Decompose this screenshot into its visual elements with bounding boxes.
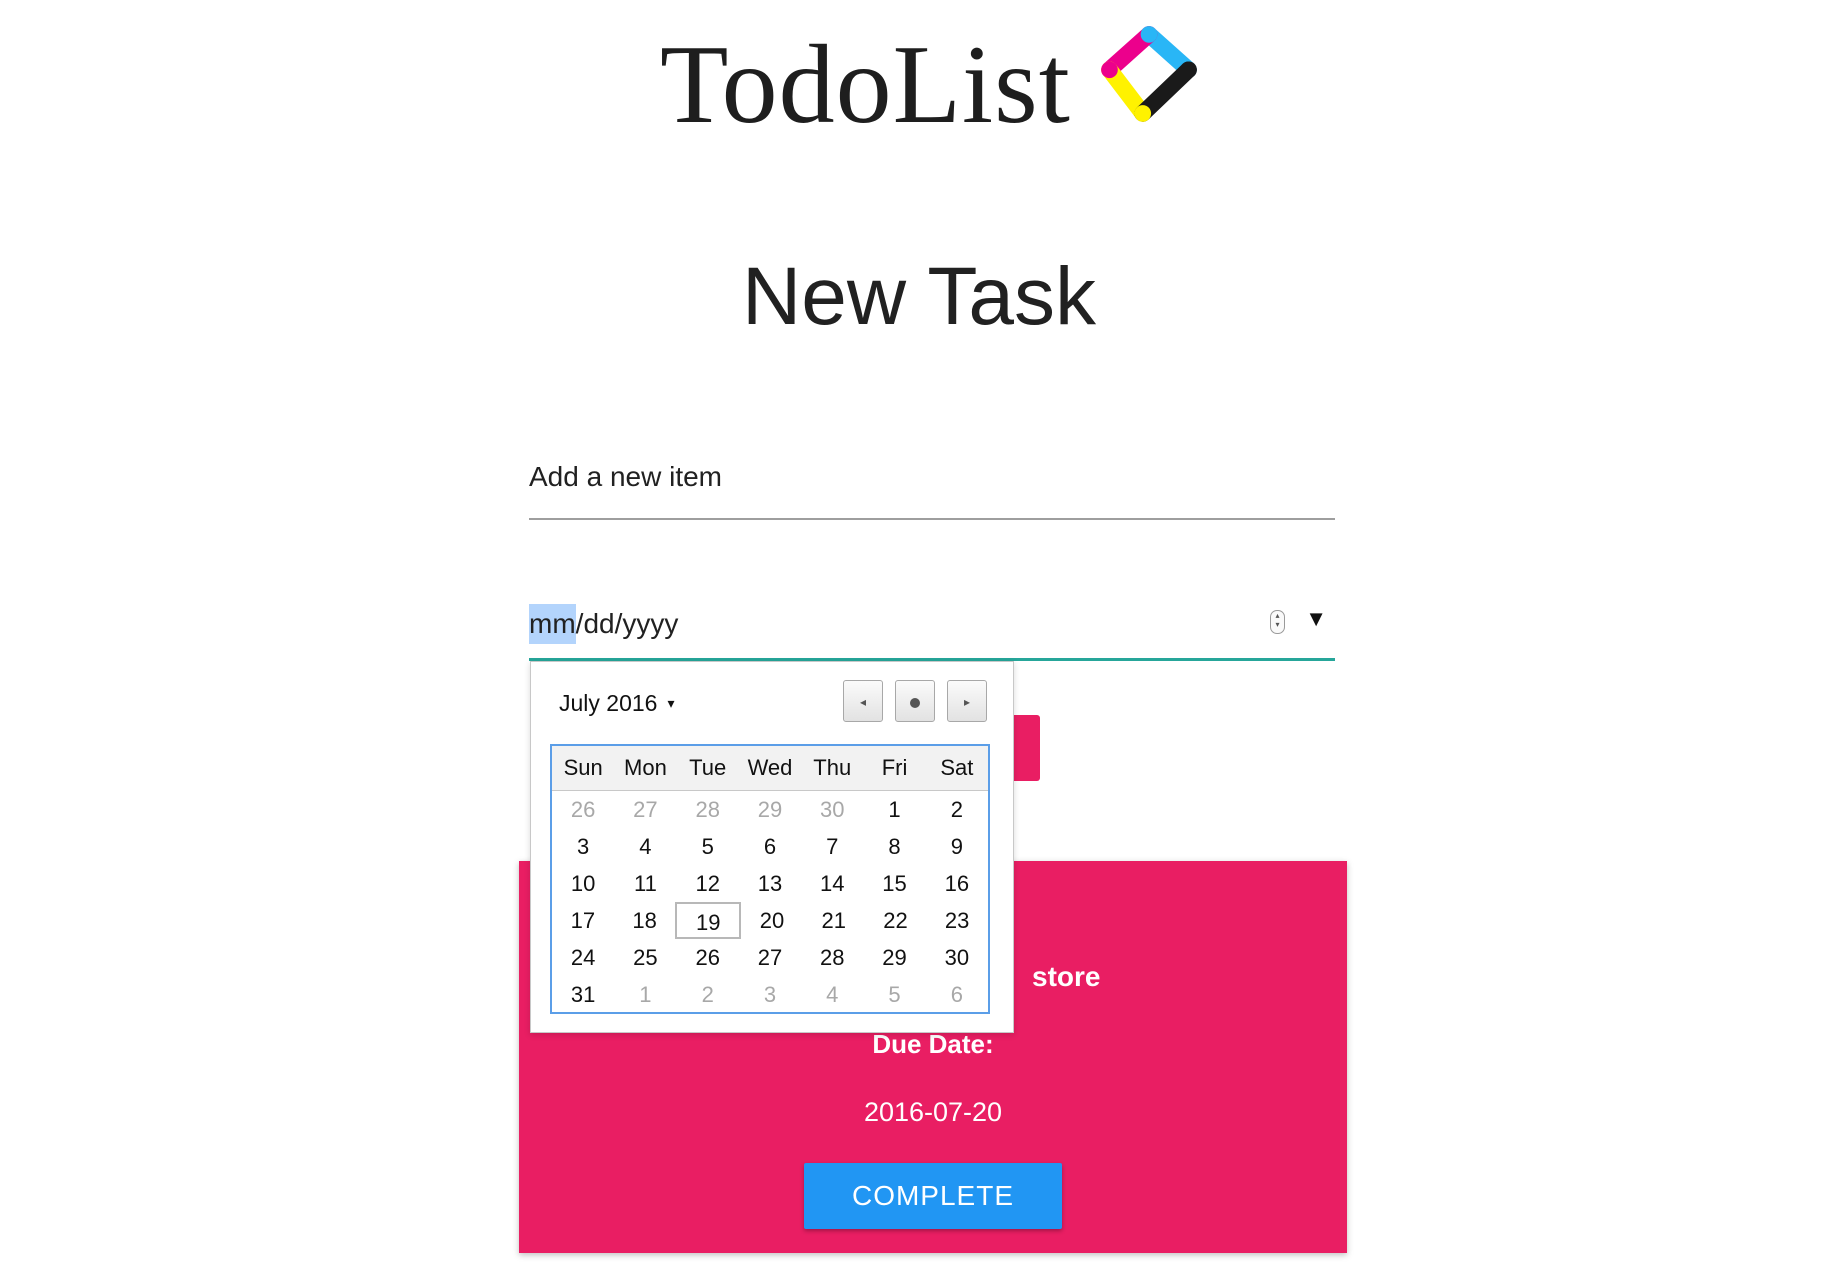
calendar-day[interactable]: 25: [614, 939, 676, 976]
calendar-day[interactable]: 18: [614, 902, 676, 939]
weekday-label: Sat: [940, 755, 974, 780]
weekday-header: Sun Mon Tue Wed Thu Fri Sat: [552, 746, 988, 791]
chevron-left-icon: ◂: [859, 695, 867, 709]
calendar-day[interactable]: 13: [739, 865, 801, 902]
calendar-day[interactable]: 6: [739, 828, 801, 865]
date-month-segment[interactable]: mm: [529, 604, 576, 644]
due-date-value: 2016-07-20: [863, 1097, 1003, 1127]
complete-button[interactable]: COMPLETE: [804, 1163, 1062, 1229]
calendar-grid: Sun Mon Tue Wed Thu Fri Sat 26 27 28 29 …: [550, 744, 990, 1014]
calendar-day[interactable]: 16: [926, 865, 988, 902]
calendar-day[interactable]: 3: [739, 976, 801, 1013]
weekday-label: Fri: [881, 755, 908, 780]
date-day-segment[interactable]: dd: [583, 604, 614, 644]
due-date-label: Due Date:: [872, 1029, 994, 1059]
logo-mark-icon: [1100, 26, 1197, 122]
calendar-day[interactable]: 5: [863, 976, 925, 1013]
weekday-label: Tue: [689, 755, 727, 780]
date-separator: /: [575, 608, 584, 639]
calendar-day[interactable]: 6: [926, 976, 988, 1013]
calendar-week: 31 1 2 3 4 5 6: [552, 976, 988, 1013]
calendar-day[interactable]: 27: [739, 939, 801, 976]
calendar-day[interactable]: 20: [741, 902, 803, 939]
weekday-label: Thu: [813, 755, 852, 780]
calendar-day[interactable]: 14: [801, 865, 863, 902]
today-button[interactable]: [895, 680, 935, 722]
due-date-field[interactable]: mm / dd / yyyy ▴ ▾ ▼: [529, 590, 1335, 661]
weekday-label: Mon: [624, 755, 667, 780]
calendar-week: 3 4 5 6 7 8 9: [552, 828, 988, 865]
caret-down-icon: ▾: [667, 695, 675, 711]
calendar-day[interactable]: 10: [552, 865, 614, 902]
new-item-input[interactable]: [529, 452, 1335, 502]
calendar-day[interactable]: 2: [926, 791, 988, 828]
calendar-day[interactable]: 17: [552, 902, 614, 939]
calendar-day[interactable]: 5: [677, 828, 739, 865]
dropdown-arrow-icon[interactable]: ▼: [1305, 606, 1327, 632]
calendar-day[interactable]: 26: [552, 791, 614, 828]
date-separator: /: [614, 608, 623, 639]
date-year-segment[interactable]: yyyy: [622, 604, 678, 644]
calendar-week: 24 25 26 27 28 29 30: [552, 939, 988, 976]
prev-month-button[interactable]: ◂: [843, 680, 883, 722]
new-item-field: [529, 452, 1335, 520]
calendar-week: 17 18 19 20 21 22 23: [552, 902, 988, 939]
calendar-day[interactable]: 2: [677, 976, 739, 1013]
calendar-day[interactable]: 4: [614, 828, 676, 865]
calendar-day[interactable]: 29: [863, 939, 925, 976]
dot-icon: [910, 697, 920, 708]
calendar-day-today[interactable]: 19: [675, 902, 742, 939]
calendar-day[interactable]: 30: [801, 791, 863, 828]
calendar-day[interactable]: 12: [677, 865, 739, 902]
month-year-label: July 2016: [559, 690, 658, 716]
next-month-button[interactable]: ▸: [947, 680, 987, 722]
calendar-week: 26 27 28 29 30 1 2: [552, 791, 988, 828]
calendar-day[interactable]: 8: [863, 828, 925, 865]
calendar-week: 10 11 12 13 14 15 16: [552, 865, 988, 902]
calendar-day[interactable]: 3: [552, 828, 614, 865]
calendar-day[interactable]: 27: [614, 791, 676, 828]
calendar-day[interactable]: 28: [801, 939, 863, 976]
calendar-day[interactable]: 31: [552, 976, 614, 1013]
calendar-day[interactable]: 9: [926, 828, 988, 865]
calendar-day[interactable]: 1: [863, 791, 925, 828]
calendar-day[interactable]: 23: [926, 902, 988, 939]
spinner-icon[interactable]: ▴ ▾: [1270, 610, 1285, 634]
calendar-day[interactable]: 4: [801, 976, 863, 1013]
weekday-label: Sun: [563, 755, 603, 780]
calendar-day[interactable]: 29: [739, 791, 801, 828]
calendar-day[interactable]: 30: [926, 939, 988, 976]
calendar-day[interactable]: 26: [677, 939, 739, 976]
calendar-day[interactable]: 24: [552, 939, 614, 976]
date-picker-popup: July 2016 ▾ ◂ ▸ Sun Mon Tue Wed Thu Fri S…: [530, 661, 1014, 1033]
calendar-day[interactable]: 28: [677, 791, 739, 828]
month-year-select[interactable]: July 2016 ▾: [559, 690, 675, 717]
calendar-day[interactable]: 21: [803, 902, 865, 939]
chevron-right-icon: ▸: [963, 695, 971, 709]
calendar-day[interactable]: 15: [863, 865, 925, 902]
calendar-day[interactable]: 22: [865, 902, 927, 939]
weekday-label: Wed: [747, 755, 793, 780]
page-title: New Task: [742, 251, 1096, 342]
logo-text: TodoList: [660, 23, 1071, 147]
app-logo: TodoList: [660, 20, 1201, 150]
calendar-day[interactable]: 1: [614, 976, 676, 1013]
calendar-day[interactable]: 11: [614, 865, 676, 902]
calendar-day[interactable]: 7: [801, 828, 863, 865]
